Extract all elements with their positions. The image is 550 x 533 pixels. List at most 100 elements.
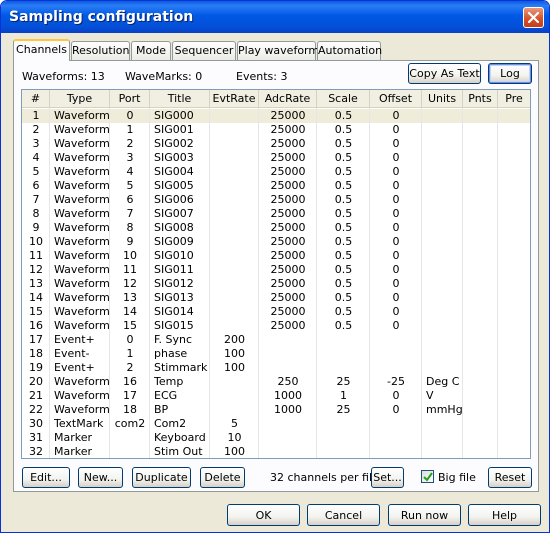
tab-resolution[interactable]: Resolution: [71, 41, 130, 60]
table-row[interactable]: 3 Waveform 2 SIG002 25000 0.5 0: [22, 137, 530, 151]
table-row[interactable]: 16 Waveform 15 SIG015 25000 0.5 0: [22, 319, 530, 333]
cell-adcrate: [259, 445, 317, 458]
table-row[interactable]: 31 Marker Keyboard 10: [22, 431, 530, 445]
table-row[interactable]: 32 Marker Stim Out 100: [22, 445, 530, 458]
cancel-button[interactable]: Cancel: [307, 504, 380, 526]
cell-offset: [370, 347, 422, 360]
close-button[interactable]: [523, 7, 544, 28]
cell-title: SIG011: [154, 263, 194, 276]
cell-offset: [370, 431, 422, 444]
cell-type: Waveform: [54, 151, 110, 164]
cell-scale: [317, 333, 370, 346]
cell-port: 14: [123, 305, 137, 318]
cell-pnts: [463, 319, 498, 332]
cell-num: 9: [32, 221, 40, 234]
table-row[interactable]: 21 Waveform 17 ECG 1000 1 0 V: [22, 389, 530, 403]
column-header-pnts[interactable]: Pnts: [463, 90, 498, 107]
cell-port: 4: [126, 165, 134, 178]
tab-mode[interactable]: Mode: [131, 41, 171, 60]
wavemarks-count: WaveMarks: 0: [125, 70, 203, 83]
column-header-port[interactable]: Port: [110, 90, 150, 107]
cell-evtrate: 200: [224, 333, 245, 346]
edit-button[interactable]: Edit...: [22, 467, 70, 488]
cell-pnts: [463, 221, 498, 234]
table-row[interactable]: 22 Waveform 18 BP 1000 25 0 mmHg: [22, 403, 530, 417]
cell-scale: 0.5: [334, 109, 353, 122]
table-row[interactable]: 8 Waveform 7 SIG007 25000 0.5 0: [22, 207, 530, 221]
table-row[interactable]: 5 Waveform 4 SIG004 25000 0.5 0: [22, 165, 530, 179]
table-row[interactable]: 17 Event+ 0 F. Sync 200: [22, 333, 530, 347]
duplicate-button[interactable]: Duplicate: [132, 467, 191, 488]
cell-num: 22: [29, 403, 43, 416]
table-row[interactable]: 20 Waveform 16 Temp 250 25 -25 Deg C: [22, 375, 530, 389]
tab-sequencer[interactable]: Sequencer: [172, 41, 236, 60]
table-row[interactable]: 18 Event- 1 phase 100: [22, 347, 530, 361]
column-header-evtrate[interactable]: EvtRate: [210, 90, 259, 107]
column-header-pre[interactable]: Pre: [498, 90, 530, 107]
window-title: Sampling configuration: [9, 9, 194, 25]
column-header-title[interactable]: Title: [150, 90, 210, 107]
channels-table[interactable]: # Type Port Title EvtRate AdcRate Scale Offset U…: [21, 89, 531, 459]
table-row[interactable]: 4 Waveform 3 SIG003 25000 0.5 0: [22, 151, 530, 165]
cell-type: Event+: [54, 361, 95, 374]
cell-evtrate: [210, 123, 259, 136]
cell-offset: 0: [392, 137, 400, 150]
cell-pnts: [463, 417, 498, 430]
help-button[interactable]: Help: [468, 504, 541, 526]
table-row[interactable]: 1 Waveform 0 SIG000 25000 0.5 0: [22, 109, 530, 123]
table-row[interactable]: 15 Waveform 14 SIG014 25000 0.5 0: [22, 305, 530, 319]
cell-adcrate: 25000: [270, 137, 306, 150]
cell-port: [110, 431, 150, 444]
cell-adcrate: 25000: [270, 151, 306, 164]
table-row[interactable]: 12 Waveform 11 SIG011 25000 0.5 0: [22, 263, 530, 277]
cell-port: [110, 445, 150, 458]
set-button[interactable]: Set...: [371, 467, 404, 488]
log-button[interactable]: Log: [488, 63, 532, 84]
column-header-type[interactable]: Type: [50, 90, 110, 107]
column-header-units[interactable]: Units: [422, 90, 463, 107]
cell-evtrate: [210, 291, 259, 304]
copy-as-text-button[interactable]: Copy As Text: [408, 63, 481, 84]
table-row[interactable]: 11 Waveform 10 SIG010 25000 0.5 0: [22, 249, 530, 263]
table-row[interactable]: 19 Event+ 2 Stimmark 100: [22, 361, 530, 375]
cell-type: Waveform: [54, 403, 110, 416]
cell-pre: [498, 137, 530, 150]
cell-pnts: [463, 165, 498, 178]
run-now-button[interactable]: Run now: [388, 504, 461, 526]
tab-channels[interactable]: Channels: [13, 39, 70, 61]
cell-type: Waveform: [54, 235, 110, 248]
title-bar[interactable]: Sampling configuration: [1, 1, 549, 33]
table-row[interactable]: 7 Waveform 6 SIG006 25000 0.5 0: [22, 193, 530, 207]
tab-play-waveform[interactable]: Play waveform: [237, 41, 319, 60]
table-row[interactable]: 9 Waveform 8 SIG008 25000 0.5 0: [22, 221, 530, 235]
tab-automation[interactable]: Automation: [317, 41, 382, 60]
cell-pre: [498, 417, 530, 430]
new-button[interactable]: New...: [78, 467, 123, 488]
table-row[interactable]: 2 Waveform 1 SIG001 25000 0.5 0: [22, 123, 530, 137]
table-row[interactable]: 6 Waveform 5 SIG005 25000 0.5 0: [22, 179, 530, 193]
table-row[interactable]: 14 Waveform 13 SIG013 25000 0.5 0: [22, 291, 530, 305]
reset-button[interactable]: Reset: [488, 467, 532, 488]
column-header-adcrate[interactable]: AdcRate: [259, 90, 317, 107]
cell-type: Marker: [54, 431, 93, 444]
delete-button[interactable]: Delete: [200, 467, 245, 488]
cell-pre: [498, 445, 530, 458]
table-row[interactable]: 30 TextMark com2 Com2 5: [22, 417, 530, 431]
cell-evtrate: 10: [227, 431, 242, 444]
cell-evtrate: 5: [231, 417, 238, 430]
cell-type: Waveform: [54, 193, 110, 206]
cell-pnts: [463, 151, 498, 164]
column-header-num[interactable]: #: [22, 90, 50, 107]
column-header-scale[interactable]: Scale: [317, 90, 370, 107]
big-file-checkbox[interactable]: [421, 470, 434, 483]
column-header-offset[interactable]: Offset: [370, 90, 422, 107]
cell-adcrate: 25000: [270, 263, 306, 276]
cell-pnts: [463, 109, 498, 122]
table-header: # Type Port Title EvtRate AdcRate Scale Offset U…: [22, 90, 530, 108]
cell-evtrate: [210, 193, 259, 206]
cell-num: 2: [32, 123, 40, 136]
ok-button[interactable]: OK: [227, 504, 300, 526]
table-row[interactable]: 13 Waveform 12 SIG012 25000 0.5 0: [22, 277, 530, 291]
table-row[interactable]: 10 Waveform 9 SIG009 25000 0.5 0: [22, 235, 530, 249]
cell-type: Event-: [54, 347, 90, 360]
